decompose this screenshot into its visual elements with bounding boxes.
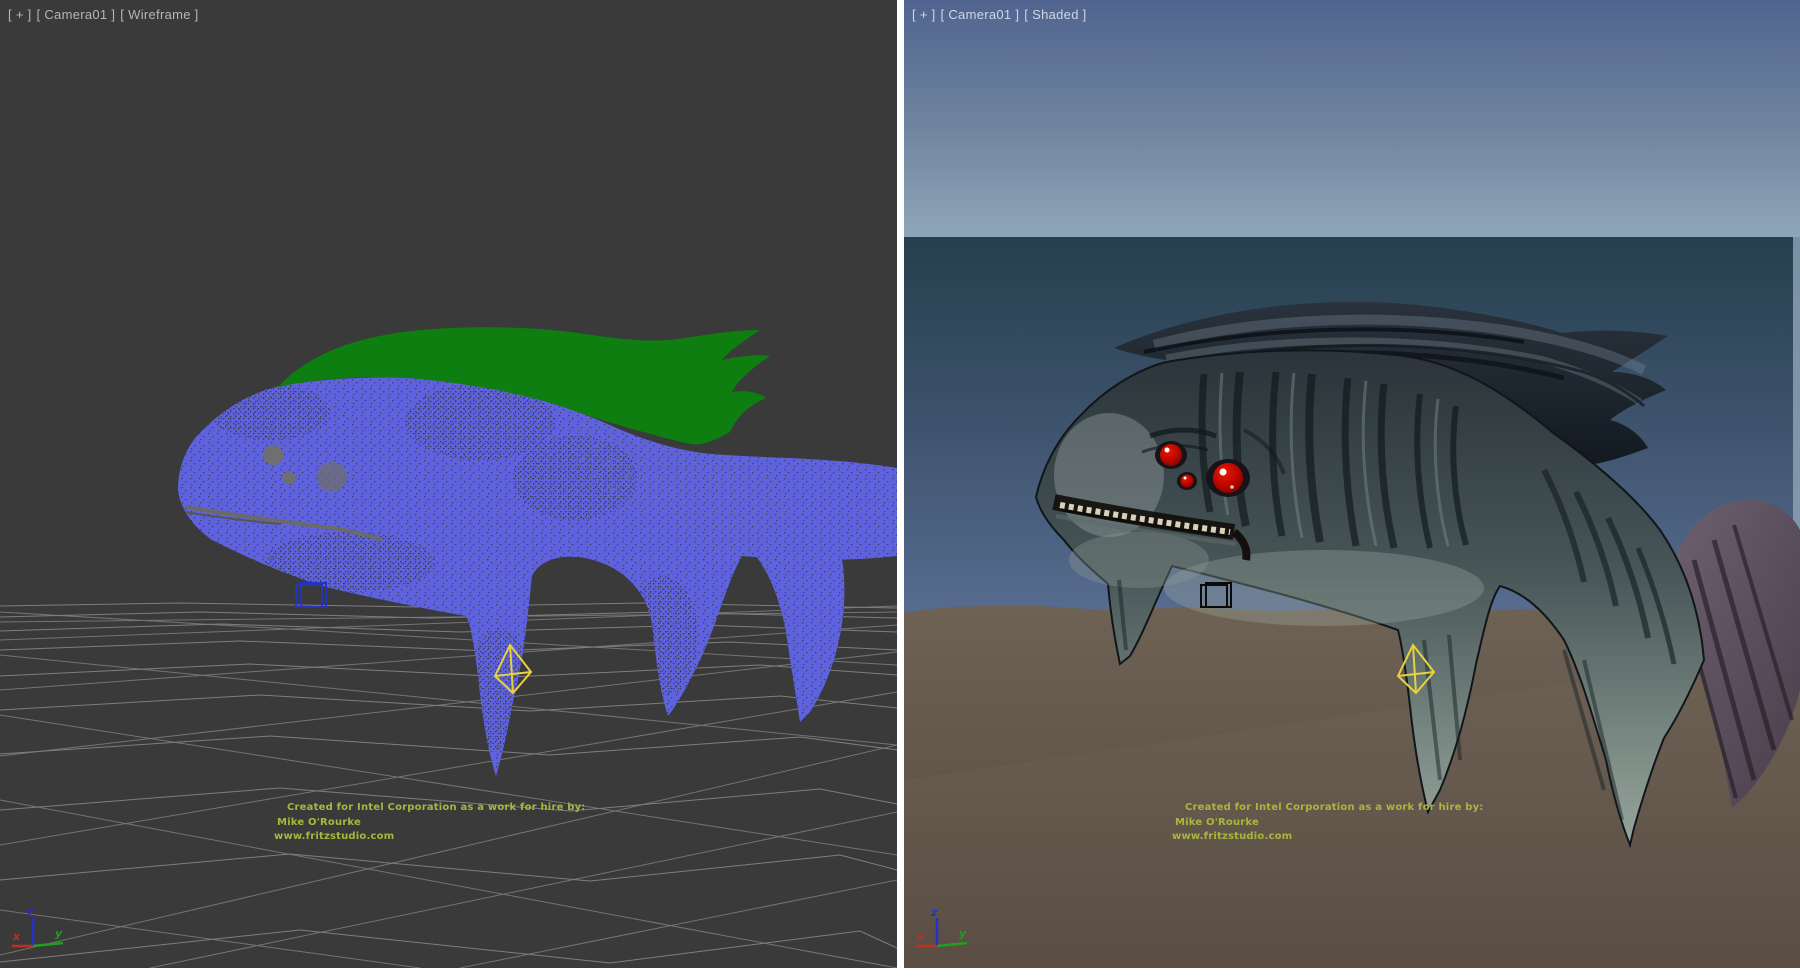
viewport-wireframe[interactable]: [ + ] [ Camera01 ] [ Wireframe ] [0, 0, 897, 968]
wireframe-stipple [170, 370, 897, 790]
viewport-label-right: [ + ] [ Camera01 ] [ Shaded ] [912, 7, 1087, 22]
viewport-menu-general[interactable]: [ + ] [8, 7, 32, 22]
viewport-menu-general[interactable]: [ + ] [912, 7, 936, 22]
svg-text:www.fritzstudio.com: www.fritzstudio.com [274, 831, 394, 842]
svg-text:Created for Intel Corporation: Created for Intel Corporation as a work … [1185, 802, 1484, 813]
svg-text:Mike O'Rourke: Mike O'Rourke [1175, 817, 1259, 828]
viewport-menu-camera[interactable]: [ Camera01 ] [37, 7, 116, 22]
axis-y-label: y [959, 927, 967, 940]
viewport-label-left: [ + ] [ Camera01 ] [ Wireframe ] [8, 7, 199, 22]
axis-z-label: z [930, 906, 938, 919]
shaded-scene-canvas[interactable]: Created for Intel Corporation as a work … [904, 0, 1800, 968]
svg-text:www.fritzstudio.com: www.fritzstudio.com [1172, 831, 1292, 842]
fish-model-wireframe[interactable] [170, 327, 897, 790]
ground-grid [0, 603, 897, 968]
fish-eye-spot-small [283, 472, 296, 485]
viewport-menu-shading[interactable]: [ Shaded ] [1024, 7, 1086, 22]
axis-z-label: z [26, 906, 34, 919]
axis-x-label: x [12, 930, 21, 943]
viewport-menu-camera[interactable]: [ Camera01 ] [941, 7, 1020, 22]
fish-eye-spot [263, 445, 283, 465]
scene-attribution-text: Created for Intel Corporation as a work … [274, 802, 586, 842]
viewport-menu-shading[interactable]: [ Wireframe ] [120, 7, 198, 22]
world-axis-gizmo: x z y [12, 906, 63, 946]
axis-x-label: x [916, 930, 925, 943]
viewport-shaded[interactable]: [ + ] [ Camera01 ] [ Shaded ] [904, 0, 1800, 968]
fish-eye-spot-large [317, 462, 347, 492]
svg-text:Mike O'Rourke: Mike O'Rourke [277, 817, 361, 828]
wireframe-scene-canvas[interactable]: Created for Intel Corporation as a work … [0, 0, 897, 968]
sky-background [904, 0, 1800, 237]
axis-y-label: y [55, 927, 63, 940]
box-helper[interactable] [296, 583, 326, 607]
svg-text:Created for Intel Corporation: Created for Intel Corporation as a work … [287, 802, 586, 813]
